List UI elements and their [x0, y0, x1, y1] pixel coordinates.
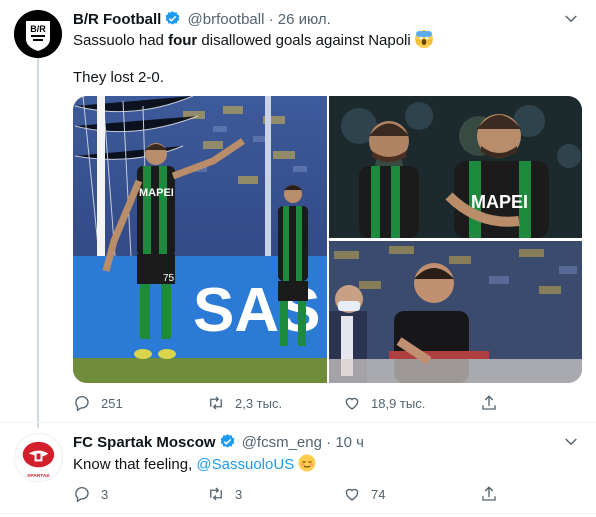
chevron-down-icon[interactable]: [562, 10, 580, 28]
svg-text:MAPEI: MAPEI: [139, 187, 174, 199]
share-action[interactable]: [480, 394, 508, 412]
heart-icon: [345, 488, 359, 501]
verified-badge-icon: [165, 11, 180, 25]
avatar[interactable]: B/R: [14, 10, 62, 58]
separator: ·: [326, 434, 332, 451]
verified-badge-icon: [220, 434, 234, 448]
like-action[interactable]: 18,9 тыс.: [343, 394, 425, 412]
tweet-text-line2: They lost 2-0.: [73, 69, 164, 86]
retweet-icon: [210, 396, 222, 410]
photo-left[interactable]: SAS MAPEI 75: [73, 96, 327, 383]
like-count: 18,9 тыс.: [371, 395, 426, 411]
tweet-header: B/R Football @brfootball · 26 июл.: [73, 10, 331, 28]
reply-action[interactable]: 3: [73, 485, 108, 503]
share-action[interactable]: [480, 485, 508, 503]
photo-top-right[interactable]: MAPEI: [329, 96, 582, 238]
avatar[interactable]: SPARTAK: [14, 433, 63, 482]
separator: ·: [268, 11, 274, 28]
reply-count: 251: [101, 395, 123, 411]
retweet-count: 3: [235, 486, 243, 502]
reply-icon: [75, 395, 89, 412]
tweet-date[interactable]: 26 июл.: [278, 11, 331, 28]
share-icon: [482, 395, 496, 410]
tweet-text: Sassuolo had four disallowed goals again…: [73, 30, 433, 51]
author-name[interactable]: FC Spartak Moscow: [73, 434, 216, 451]
chevron-down-icon[interactable]: [562, 433, 580, 451]
retweet-icon: [210, 487, 222, 501]
media-grid: SAS MAPEI 75 MAPEI: [73, 96, 582, 383]
br-logo-icon: B/R: [14, 10, 62, 58]
relieved-emoji-icon: [298, 454, 316, 472]
mention-link[interactable]: @SassuoloUS: [196, 456, 294, 473]
retweet-count: 2,3 тыс.: [235, 395, 283, 411]
bottom-divider: [0, 513, 596, 514]
retweet-action[interactable]: 3: [207, 485, 242, 503]
tweet-actions: 3 3 74: [0, 485, 596, 505]
like-count: 74: [371, 486, 386, 502]
tweet-actions: 251 2,3 тыс. 18,9 тыс.: [0, 394, 596, 414]
reply-count: 3: [101, 486, 109, 502]
share-icon: [482, 486, 496, 501]
tweet-br-football[interactable]: B/R B/R Football @brfootball · 26 июл. S…: [0, 0, 596, 422]
svg-text:MAPEI: MAPEI: [471, 192, 528, 212]
tweet-spartak[interactable]: SPARTAK FC Spartak Moscow @fcsm_eng · 10…: [0, 423, 596, 513]
author-handle[interactable]: @fcsm_eng: [242, 434, 322, 451]
tweet-text: Know that feeling, @SassuoloUS: [73, 454, 316, 475]
svg-text:75: 75: [163, 273, 175, 284]
photo-bottom-right[interactable]: [329, 241, 582, 383]
retweet-action[interactable]: 2,3 тыс.: [207, 394, 282, 412]
author-name[interactable]: B/R Football: [73, 11, 161, 28]
author-handle[interactable]: @brfootball: [188, 11, 265, 28]
svg-text:SPARTAK: SPARTAK: [27, 473, 50, 479]
heart-icon: [345, 397, 359, 410]
scream-emoji-icon: [414, 30, 433, 48]
like-action[interactable]: 74: [343, 485, 385, 503]
reply-action[interactable]: 251: [73, 394, 123, 412]
spartak-logo-icon: SPARTAK: [15, 434, 62, 481]
svg-text:B/R: B/R: [30, 24, 46, 34]
tweet-date[interactable]: 10 ч: [335, 434, 364, 451]
reply-icon: [75, 486, 89, 503]
tweet-header: FC Spartak Moscow @fcsm_eng · 10 ч: [73, 433, 364, 451]
